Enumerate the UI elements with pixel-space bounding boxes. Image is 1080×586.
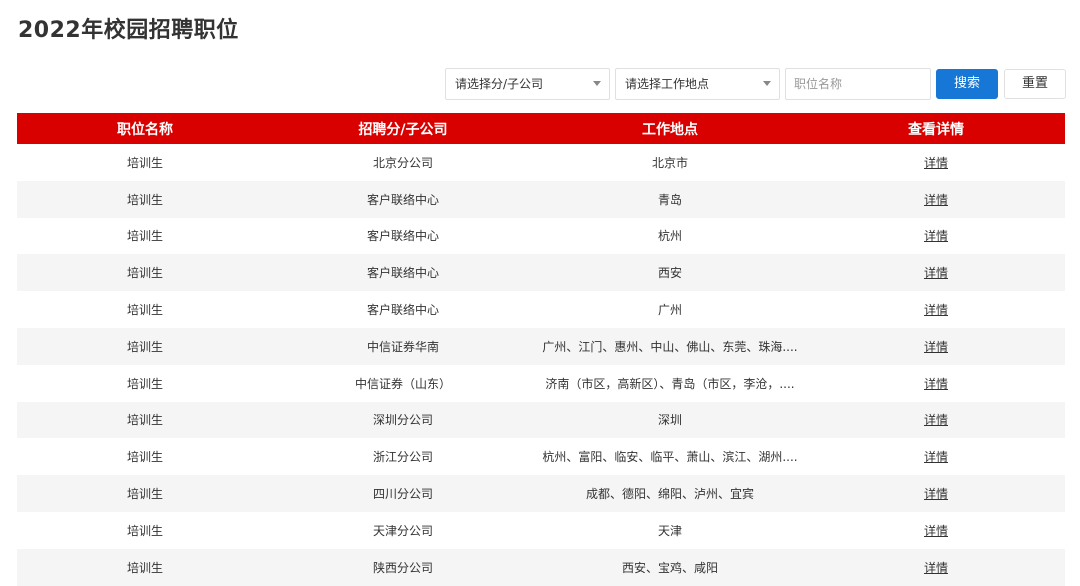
branch-cell: 深圳分公司 (372, 413, 433, 428)
chevron-down-icon (593, 81, 601, 86)
branch-cell: 客户联络中心 (366, 266, 439, 281)
table-row: 培训生 四川分公司 成都、德阳、绵阳、泸州、宜宾 详情 (17, 475, 1065, 512)
detail-link[interactable]: 详情 (924, 377, 948, 391)
location-cell: 济南（市区，高新区）、青岛（市区，李沧，.... (545, 376, 795, 391)
branch-cell: 中信证券（山东） (354, 376, 451, 391)
location-cell: 杭州、富阳、临安、临平、萧山、滨江、湖州.... (542, 450, 798, 465)
branch-cell: 四川分公司 (372, 487, 433, 502)
location-cell: 广州 (657, 303, 682, 318)
position-cell: 培训生 (126, 560, 163, 575)
position-cell: 培训生 (126, 192, 163, 207)
location-cell: 青岛 (657, 192, 682, 207)
branch-cell: 浙江分公司 (372, 450, 433, 465)
detail-link[interactable]: 详情 (924, 340, 948, 354)
branch-cell: 客户联络中心 (366, 229, 439, 244)
table-body: 培训生 北京分公司 北京市 详情 培训生 客户联络中心 青岛 详情 培训生 客户… (17, 144, 1065, 586)
detail-link[interactable]: 详情 (924, 487, 948, 501)
location-cell: 广州、江门、惠州、中山、佛山、东莞、珠海.... (542, 339, 798, 354)
location-cell: 深圳 (657, 413, 682, 428)
location-cell: 杭州 (657, 229, 682, 244)
jobs-table: 职位名称 招聘分/子公司 工作地点 查看详情 培训生 北京分公司 北京市 详情 … (17, 113, 1065, 586)
table-row: 培训生 天津分公司 天津 详情 (17, 512, 1065, 549)
position-cell: 培训生 (126, 339, 163, 354)
location-cell: 西安、宝鸡、咸阳 (621, 560, 718, 575)
chevron-down-icon (763, 81, 771, 86)
location-cell: 北京市 (651, 155, 688, 170)
detail-link[interactable]: 详情 (924, 193, 948, 207)
header-branch: 招聘分/子公司 (358, 121, 448, 138)
detail-link[interactable]: 详情 (924, 303, 948, 317)
filter-bar: 请选择分/子公司 请选择工作地点 搜索 重置 (445, 68, 1066, 100)
page-title: 2022年校园招聘职位 (18, 18, 239, 43)
location-cell: 成都、德阳、绵阳、泸州、宜宾 (585, 487, 754, 502)
position-cell: 培训生 (126, 523, 163, 538)
position-cell: 培训生 (126, 413, 163, 428)
position-cell: 培训生 (126, 229, 163, 244)
table-row: 培训生 客户联络中心 广州 详情 (17, 291, 1065, 328)
position-name-input[interactable] (785, 68, 931, 100)
location-select-label: 请选择工作地点 (625, 77, 710, 91)
detail-link[interactable]: 详情 (924, 561, 948, 575)
table-row: 培训生 客户联络中心 杭州 详情 (17, 218, 1065, 255)
position-cell: 培训生 (126, 487, 163, 502)
detail-link[interactable]: 详情 (924, 524, 948, 538)
header-location: 工作地点 (642, 121, 698, 138)
detail-link[interactable]: 详情 (924, 450, 948, 464)
position-cell: 培训生 (126, 376, 163, 391)
table-row: 培训生 客户联络中心 西安 详情 (17, 254, 1065, 292)
branch-cell: 客户联络中心 (366, 192, 439, 207)
table-row: 培训生 陕西分公司 西安、宝鸡、咸阳 详情 (17, 548, 1065, 586)
branch-select-label: 请选择分/子公司 (455, 77, 544, 91)
location-cell: 西安 (657, 266, 682, 281)
table-row: 培训生 浙江分公司 杭州、富阳、临安、临平、萧山、滨江、湖州.... 详情 (17, 438, 1065, 475)
branch-cell: 客户联络中心 (366, 303, 439, 318)
branch-cell: 中信证券华南 (366, 339, 439, 354)
table-row: 培训生 北京分公司 北京市 详情 (17, 144, 1065, 181)
location-select[interactable]: 请选择工作地点 (615, 68, 780, 100)
detail-link[interactable]: 详情 (924, 156, 948, 170)
header-detail: 查看详情 (908, 121, 964, 138)
position-cell: 培训生 (126, 303, 163, 318)
detail-link[interactable]: 详情 (924, 413, 948, 427)
header-position: 职位名称 (117, 121, 173, 138)
branch-cell: 天津分公司 (372, 523, 433, 538)
position-cell: 培训生 (126, 155, 163, 170)
position-cell: 培训生 (126, 266, 163, 281)
branch-cell: 陕西分公司 (372, 560, 433, 575)
position-cell: 培训生 (126, 450, 163, 465)
location-cell: 天津 (657, 523, 682, 538)
search-button[interactable]: 搜索 (936, 69, 998, 99)
branch-select[interactable]: 请选择分/子公司 (445, 68, 610, 100)
table-row: 培训生 中信证券（山东） 济南（市区，高新区）、青岛（市区，李沧，.... 详情 (17, 365, 1065, 402)
table-row: 培训生 中信证券华南 广州、江门、惠州、中山、佛山、东莞、珠海.... 详情 (17, 327, 1065, 365)
reset-button[interactable]: 重置 (1004, 69, 1066, 99)
table-row: 培训生 深圳分公司 深圳 详情 (17, 401, 1065, 439)
table-header: 职位名称 招聘分/子公司 工作地点 查看详情 (17, 113, 1065, 144)
detail-link[interactable]: 详情 (924, 266, 948, 280)
branch-cell: 北京分公司 (372, 155, 433, 170)
table-row: 培训生 客户联络中心 青岛 详情 (17, 180, 1065, 218)
detail-link[interactable]: 详情 (924, 229, 948, 243)
